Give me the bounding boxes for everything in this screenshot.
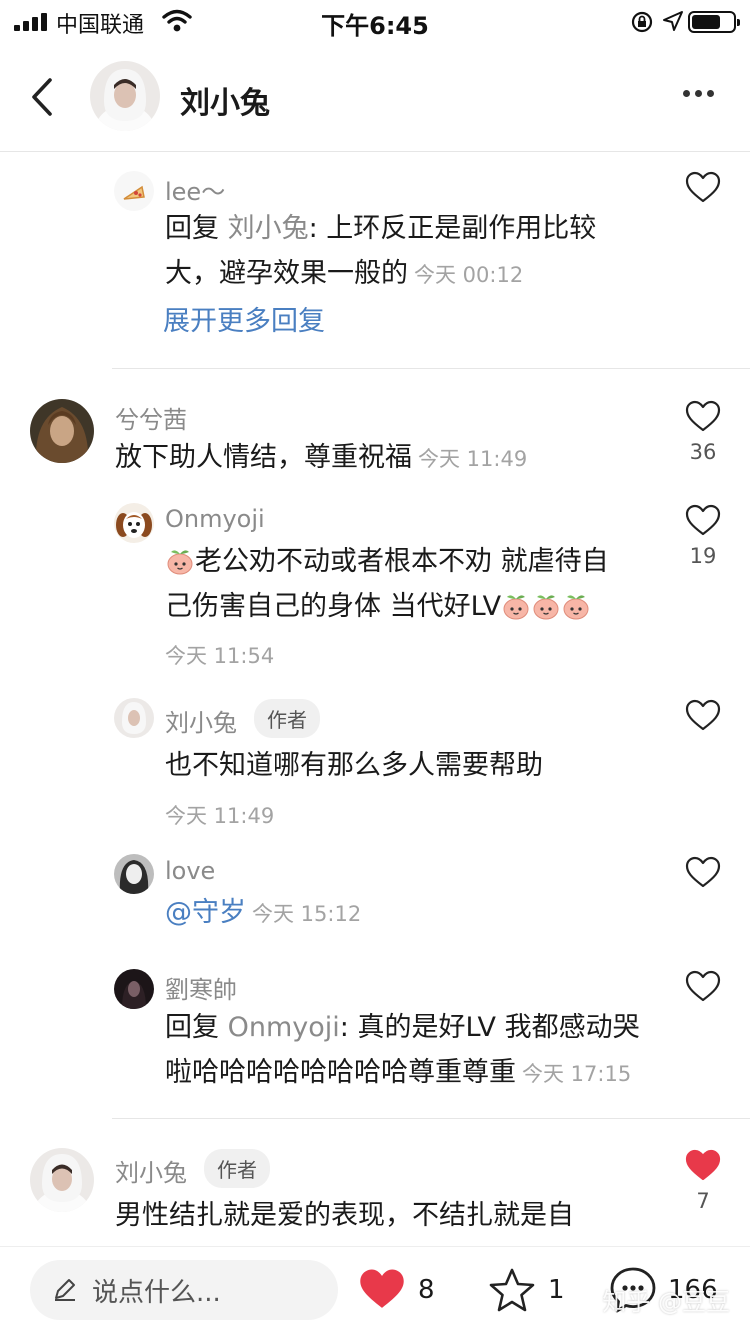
heart-icon[interactable] xyxy=(685,170,721,206)
comment-username[interactable]: love xyxy=(165,857,215,885)
comment-text: 放下助人情结，尊重祝福 今天 11:49 xyxy=(115,442,528,473)
like-count: 7 xyxy=(696,1189,710,1213)
star-icon[interactable] xyxy=(488,1267,536,1313)
reply-mention[interactable]: 刘小兔 xyxy=(228,213,309,244)
rotation-lock-icon xyxy=(631,11,653,33)
comment-timestamp: 今天 11:49 xyxy=(165,804,275,828)
peach-emoji-icon xyxy=(563,594,589,619)
peach-emoji-icon xyxy=(167,549,193,574)
header: 刘小兔 xyxy=(0,42,750,152)
page-title: 刘小兔 xyxy=(180,86,270,121)
comment-text: 回复 刘小兔: 上环反正是副作用比较 大，避孕效果一般的 今天 00:12 xyxy=(165,213,597,289)
divider xyxy=(112,1118,750,1119)
comment-timestamp: 今天 00:12 xyxy=(414,263,524,287)
pen-icon xyxy=(55,1279,75,1301)
peach-emoji-icon xyxy=(533,594,559,619)
heart-icon[interactable] xyxy=(685,698,721,734)
comment-timestamp: 今天 17:15 xyxy=(522,1062,632,1086)
avatar[interactable] xyxy=(30,1148,94,1212)
comment-input[interactable]: 说点什么... xyxy=(30,1260,338,1320)
expand-replies-link[interactable]: 展开更多回复 xyxy=(163,299,325,344)
avatar[interactable] xyxy=(114,969,154,1009)
comment-username[interactable]: lee～ xyxy=(165,172,225,207)
reply-mention[interactable]: Onmyoji xyxy=(228,1012,340,1043)
heart-icon[interactable] xyxy=(685,855,721,891)
avatar[interactable] xyxy=(30,399,94,463)
more-icon[interactable] xyxy=(683,90,714,97)
heart-icon[interactable] xyxy=(685,503,721,539)
battery-icon xyxy=(688,11,740,33)
comment-timestamp: 今天 15:12 xyxy=(252,902,362,926)
author-badge: 作者 xyxy=(204,1149,270,1188)
comment-timestamp: 今天 11:49 xyxy=(418,447,528,471)
comment-username[interactable]: Onmyoji xyxy=(165,505,265,533)
like-count: 8 xyxy=(418,1275,435,1305)
avatar[interactable] xyxy=(90,61,160,131)
status-bar: 中国联通 下午6:45 xyxy=(0,0,750,42)
location-icon xyxy=(663,11,683,31)
like-count: 36 xyxy=(689,440,717,464)
comment-text: 回复 Onmyoji: 真的是好LV 我都感动哭 啦哈哈哈哈哈哈哈哈尊重尊重 今天… xyxy=(165,1012,640,1088)
comment-timestamp: 今天 11:54 xyxy=(165,644,275,668)
mention-link[interactable]: @守岁 xyxy=(165,897,246,928)
back-arrow-icon[interactable] xyxy=(24,72,64,122)
comment-text: 也不知道哪有那么多人需要帮助 xyxy=(165,750,543,781)
avatar[interactable] xyxy=(114,503,154,543)
comment-text: 男性结扎就是爱的表现，不结扎就是自 xyxy=(115,1200,574,1231)
star-count: 1 xyxy=(548,1275,565,1305)
avatar[interactable] xyxy=(114,698,154,738)
comment-username[interactable]: 刘小兔 xyxy=(165,703,237,738)
author-badge: 作者 xyxy=(254,699,320,738)
heart-icon[interactable] xyxy=(685,969,721,1005)
heart-filled-icon[interactable] xyxy=(358,1267,406,1313)
heart-filled-icon[interactable] xyxy=(685,1148,721,1184)
avatar[interactable] xyxy=(114,171,154,211)
divider xyxy=(112,368,750,369)
watermark: 知乎 @豆豆 xyxy=(602,1288,730,1316)
comment-username[interactable]: 刘小兔 xyxy=(115,1153,187,1188)
heart-icon[interactable] xyxy=(685,399,721,435)
comment-text: 老公劝不动或者根本不劝 就虐待自 己伤害自己的身体 当代好LV xyxy=(165,546,609,622)
avatar[interactable] xyxy=(114,854,154,894)
peach-emoji-icon xyxy=(503,594,529,619)
comment-username[interactable]: 劉寒帥 xyxy=(165,970,237,1005)
comment-username[interactable]: 兮兮茜 xyxy=(115,400,187,435)
comment-text: @守岁 今天 15:12 xyxy=(165,890,361,937)
comment-input-placeholder: 说点什么... xyxy=(92,1278,221,1308)
like-count: 19 xyxy=(689,544,717,568)
